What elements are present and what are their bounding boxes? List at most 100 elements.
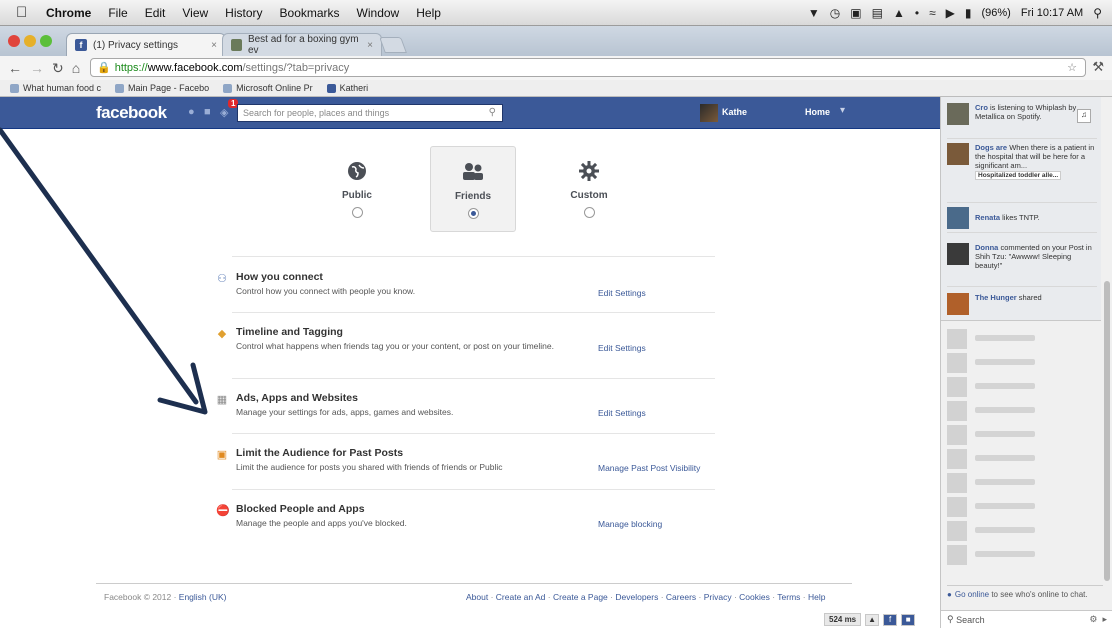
binoculars-icon[interactable]: ▣: [850, 6, 861, 20]
messages-icon[interactable]: ■: [204, 106, 217, 119]
menu-bookmarks[interactable]: Bookmarks: [280, 6, 340, 20]
manage-blocking-link[interactable]: Manage blocking: [598, 519, 662, 529]
ticker-name[interactable]: Cro: [975, 103, 988, 112]
edit-settings-link[interactable]: Edit Settings: [598, 343, 646, 353]
close-tab-icon[interactable]: ×: [211, 40, 217, 51]
close-window-button[interactable]: [8, 35, 20, 47]
address-bar[interactable]: 🔒 https:// www.facebook.com /settings/?t…: [90, 58, 1086, 77]
list-item[interactable]: [947, 497, 1097, 519]
search-icon[interactable]: ⚲: [489, 107, 496, 118]
ticker-name[interactable]: Donna: [975, 243, 998, 252]
footer-link-create-ad[interactable]: Create an Ad: [496, 592, 546, 602]
edit-settings-link[interactable]: Edit Settings: [598, 408, 646, 418]
tab-privacy-settings[interactable]: f (1) Privacy settings ×: [66, 33, 226, 56]
ticker-name[interactable]: The Hunger: [975, 293, 1017, 302]
list-item[interactable]: [947, 473, 1097, 495]
apple-logo-icon[interactable]: : [16, 4, 36, 21]
shield-icon[interactable]: ▼: [808, 6, 820, 20]
menu-edit[interactable]: Edit: [145, 6, 166, 20]
audience-radio-public[interactable]: [351, 207, 363, 218]
footer-link-cookies[interactable]: Cookies: [739, 592, 770, 602]
wrench-menu-icon[interactable]: ⚒: [1092, 59, 1104, 75]
spotlight-search-icon[interactable]: ⚲: [1093, 6, 1102, 20]
facebook-icon[interactable]: f: [883, 613, 898, 626]
audience-option-public[interactable]: Public: [314, 146, 400, 232]
bookmark-item[interactable]: Main Page - Facebo: [115, 83, 209, 93]
ticker-item[interactable]: Cro is listening to Whiplash by Metallic…: [947, 103, 1097, 139]
list-item[interactable]: [947, 521, 1097, 543]
footer-link-developers[interactable]: Developers: [615, 592, 658, 602]
chat-search-input[interactable]: ⚲ Search ⚙ ▸: [941, 610, 1112, 628]
list-item[interactable]: [947, 425, 1097, 447]
ticker-name[interactable]: Renata: [975, 213, 1000, 222]
footer-link-privacy[interactable]: Privacy: [704, 592, 732, 602]
new-tab-button[interactable]: [379, 37, 407, 53]
footer-link-help[interactable]: Help: [808, 592, 825, 602]
wifi-icon[interactable]: ≈: [929, 6, 936, 20]
footer-link-careers[interactable]: Careers: [666, 592, 696, 602]
battery-icon[interactable]: ▮: [965, 6, 972, 20]
bookmark-star-icon[interactable]: ☆: [1067, 61, 1077, 74]
friend-requests-icon[interactable]: ●: [188, 106, 201, 119]
bookmark-item[interactable]: Katheri: [326, 83, 368, 93]
display-icon[interactable]: ▤: [872, 6, 883, 20]
list-item[interactable]: [947, 377, 1097, 399]
panel-icon[interactable]: ■: [901, 613, 916, 626]
list-item[interactable]: [947, 449, 1097, 471]
ticker-item[interactable]: Renata likes TNTP.: [947, 207, 1097, 233]
facebook-search-input[interactable]: Search for people, places and things ⚲: [237, 104, 503, 122]
tab-boxing-ad[interactable]: Best ad for a boxing gym ev ×: [222, 33, 382, 56]
manage-past-post-visibility-link[interactable]: Manage Past Post Visibility: [598, 463, 700, 473]
menu-app-name[interactable]: Chrome: [46, 6, 91, 20]
load-time-badge[interactable]: 524 ms: [824, 613, 862, 626]
volume-icon[interactable]: ▶: [946, 6, 955, 20]
audience-radio-friends[interactable]: [467, 208, 479, 219]
footer-link-about[interactable]: About: [466, 592, 488, 602]
facebook-logo[interactable]: facebook: [96, 103, 167, 123]
dropbox-icon[interactable]: ▲: [893, 6, 905, 20]
list-item[interactable]: [947, 545, 1097, 567]
menu-view[interactable]: View: [182, 6, 208, 20]
clock-icon[interactable]: ◷: [830, 6, 840, 20]
minimize-window-button[interactable]: [24, 35, 36, 47]
zoom-window-button[interactable]: [40, 35, 52, 47]
ticker-name[interactable]: Dogs are: [975, 143, 1007, 152]
language-link[interactable]: English (UK): [179, 592, 227, 602]
menu-history[interactable]: History: [225, 6, 262, 20]
footer-link-terms[interactable]: Terms: [777, 592, 800, 602]
audience-radio-custom[interactable]: [583, 207, 595, 218]
sidebar-scrollbar[interactable]: [1104, 281, 1110, 581]
audience-option-friends[interactable]: Friends: [430, 146, 516, 232]
account-menu-chevron-icon[interactable]: ▾: [840, 105, 845, 116]
ticker-item[interactable]: Donna commented on your Post in Shih Tzu…: [947, 243, 1097, 287]
clock[interactable]: Fri 10:17 AM: [1021, 7, 1083, 19]
bug-icon[interactable]: ▲: [865, 613, 880, 626]
reload-icon[interactable]: ↻: [52, 60, 64, 77]
bookmark-item[interactable]: What human food c: [10, 83, 101, 93]
ticker-item[interactable]: The Hunger shared: [947, 293, 1097, 317]
menu-file[interactable]: File: [108, 6, 127, 20]
list-item[interactable]: [947, 353, 1097, 375]
chat-options-icon[interactable]: ⚙ ▸: [1089, 614, 1107, 625]
music-note-icon[interactable]: ♫: [1077, 109, 1091, 123]
forward-arrow-icon[interactable]: →: [30, 60, 44, 76]
close-tab-icon[interactable]: ×: [367, 40, 373, 51]
menu-window[interactable]: Window: [357, 6, 400, 20]
bookmark-item[interactable]: Microsoft Online Pr: [223, 83, 313, 93]
ticker-attachment[interactable]: Hospitalized toddler alle...: [975, 171, 1062, 180]
home-icon[interactable]: ⌂: [72, 60, 80, 76]
audience-option-custom[interactable]: Custom: [546, 146, 632, 232]
profile-name-link[interactable]: Kathe: [722, 107, 747, 117]
go-online-link[interactable]: Go online: [955, 590, 989, 599]
ticker-item[interactable]: Dogs are When there is a patient in the …: [947, 143, 1097, 203]
bluetooth-icon[interactable]: •: [915, 6, 919, 20]
list-item[interactable]: [947, 329, 1097, 351]
list-item[interactable]: [947, 401, 1097, 423]
home-link[interactable]: Home: [805, 107, 830, 117]
avatar[interactable]: [700, 104, 718, 122]
edit-settings-link[interactable]: Edit Settings: [598, 288, 646, 298]
lock-icon[interactable]: 🔒: [97, 61, 111, 74]
back-arrow-icon[interactable]: ←: [8, 60, 22, 76]
footer-link-create-page[interactable]: Create a Page: [553, 592, 608, 602]
menu-help[interactable]: Help: [416, 6, 441, 20]
